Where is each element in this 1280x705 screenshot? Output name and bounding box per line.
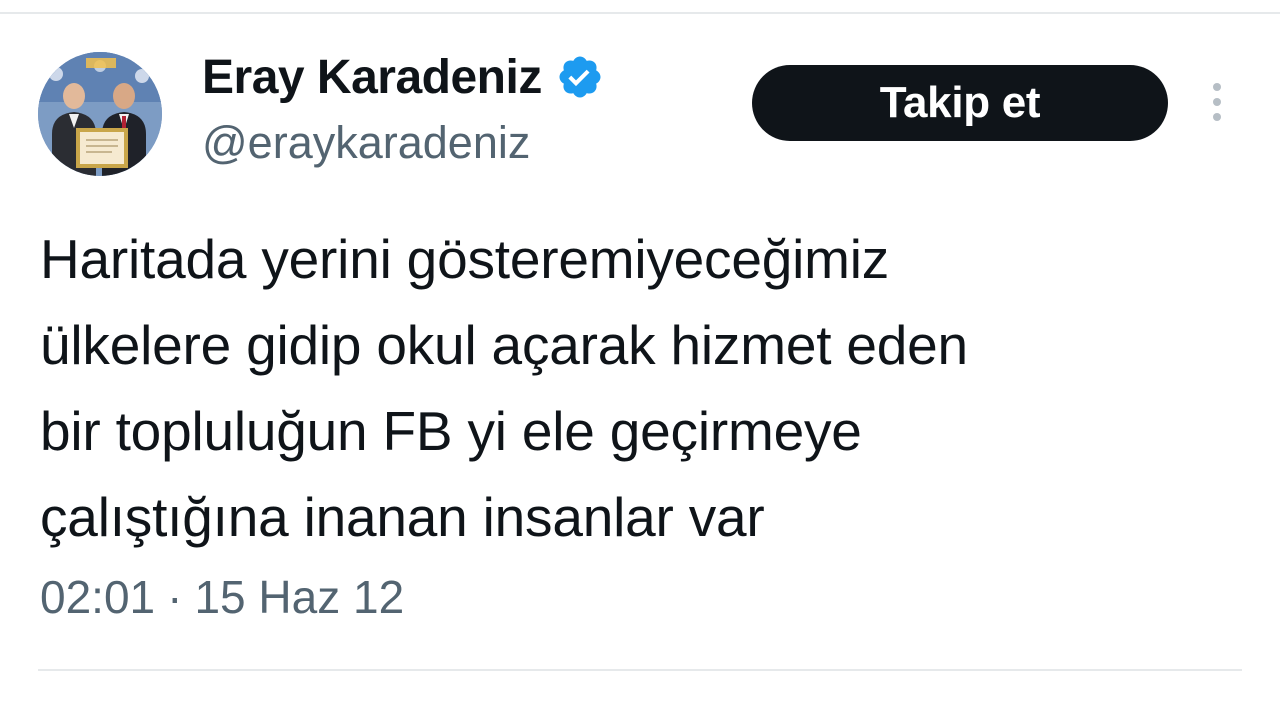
tweet-card: Eray Karadeniz @eraykaradeniz Takip et H… xyxy=(0,0,1280,705)
tweet-text: Haritada yerini gösteremiyeceğimiz ülkel… xyxy=(40,228,968,548)
display-name[interactable]: Eray Karadeniz xyxy=(202,50,542,105)
tweet-timestamp[interactable]: 02:01 · 15 Haz 12 xyxy=(40,570,404,624)
tweet-date[interactable]: 15 Haz 12 xyxy=(194,570,404,624)
tweet-time[interactable]: 02:01 xyxy=(40,570,155,624)
top-divider xyxy=(0,12,1280,14)
avatar[interactable] xyxy=(38,52,162,176)
verified-badge-icon xyxy=(556,53,604,101)
bottom-divider xyxy=(38,669,1242,671)
follow-button[interactable]: Takip et xyxy=(752,65,1168,141)
user-handle[interactable]: @eraykaradeniz xyxy=(202,117,530,169)
more-options-icon[interactable] xyxy=(1206,80,1228,124)
timestamp-separator: · xyxy=(167,571,183,623)
name-row: Eray Karadeniz xyxy=(202,47,604,107)
